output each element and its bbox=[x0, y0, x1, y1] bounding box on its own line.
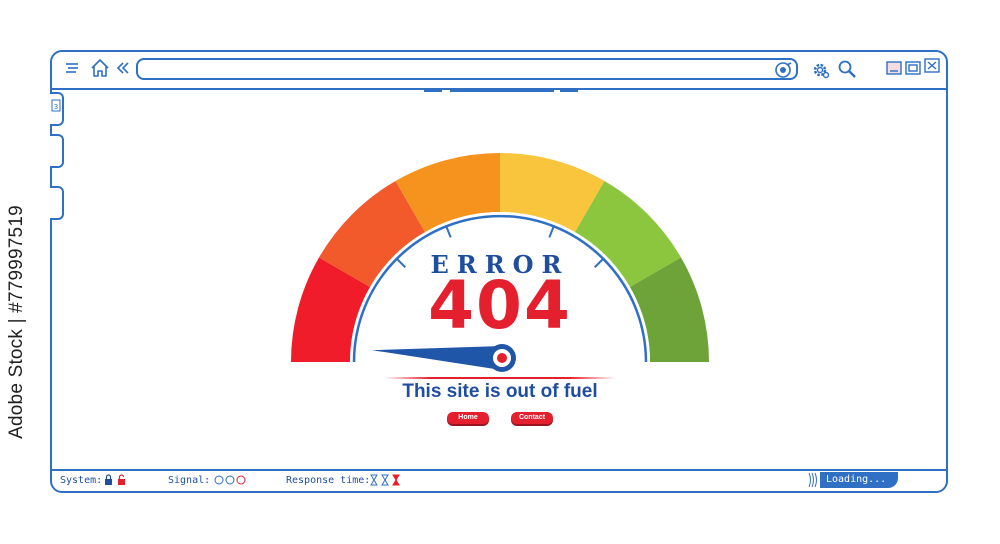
contact-button[interactable]: Contact bbox=[511, 412, 553, 424]
error-message: This site is out of fuel bbox=[402, 381, 598, 402]
gauge-hub-center bbox=[497, 353, 507, 363]
error-code: 404 bbox=[428, 267, 572, 344]
home-button[interactable]: Home bbox=[447, 412, 489, 424]
message-underline bbox=[384, 377, 616, 379]
